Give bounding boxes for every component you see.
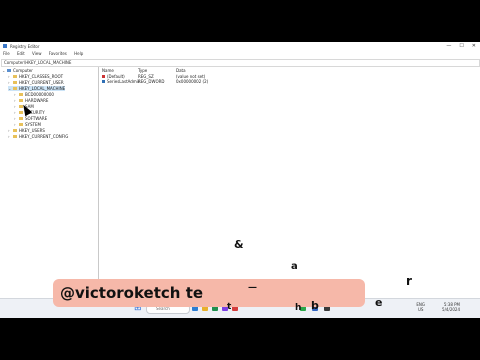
folder-icon: [19, 123, 23, 126]
tree-label: HKEY_CURRENT_USER: [19, 80, 64, 85]
tree-item-hku[interactable]: › HKEY_USERS: [8, 128, 45, 133]
value-name: SeriesLastAdmin: [107, 79, 141, 84]
window-controls: — ☐ ✕: [446, 43, 476, 49]
tree-item-computer[interactable]: ⌄ Computer: [2, 68, 33, 73]
floating-char: &: [234, 238, 244, 251]
registry-tree-pane: ⌄ Computer › HKEY_CLASSES_ROOT › HKEY_CU…: [0, 67, 99, 312]
column-header-data[interactable]: Data: [176, 68, 186, 73]
menu-favorites[interactable]: Favorites: [49, 51, 67, 56]
chevron-down-icon[interactable]: ⌄: [8, 86, 12, 91]
folder-icon: [13, 75, 17, 78]
tree-item-hklm[interactable]: ⌄ HKEY_LOCAL_MACHINE: [8, 86, 66, 91]
language-indicator[interactable]: ENG US: [416, 302, 425, 312]
binary-icon: [102, 80, 105, 83]
folder-icon: [13, 135, 17, 138]
chevron-right-icon[interactable]: ›: [8, 74, 12, 79]
folder-icon: [13, 129, 17, 132]
chevron-right-icon[interactable]: ›: [14, 104, 18, 109]
chevron-down-icon[interactable]: ⌄: [2, 68, 6, 73]
floating-char: t: [227, 302, 232, 312]
floating-char: —: [248, 283, 257, 293]
tree-label: BCD00000000: [25, 92, 54, 97]
value-type: REG_DWORD: [138, 79, 165, 84]
column-header-type[interactable]: Type: [138, 68, 147, 73]
tree-item-software[interactable]: › SOFTWARE: [14, 116, 47, 121]
title-bar: Registry Editor — ☐ ✕: [0, 42, 480, 50]
menu-bar: File Edit View Favorites Help: [0, 51, 480, 58]
tree-label: HARDWARE: [25, 98, 49, 103]
chevron-right-icon[interactable]: ›: [8, 80, 12, 85]
folder-icon: [19, 99, 23, 102]
menu-file[interactable]: File: [3, 51, 10, 56]
floating-char: h: [295, 303, 302, 313]
computer-icon: [7, 69, 11, 72]
tree-item-hkcr[interactable]: › HKEY_CLASSES_ROOT: [8, 74, 63, 79]
window-title: Registry Editor: [10, 44, 40, 49]
tree-item-hkcc[interactable]: › HKEY_CURRENT_CONFIG: [8, 134, 68, 139]
chevron-right-icon[interactable]: ›: [14, 116, 18, 121]
folder-icon: [13, 81, 17, 84]
address-path: Computer\HKEY_LOCAL_MACHINE: [4, 60, 72, 65]
floating-char: a: [291, 261, 298, 272]
value-data: 0x00000002 (2): [176, 79, 209, 84]
chevron-right-icon[interactable]: ›: [14, 122, 18, 127]
tree-label: HKEY_USERS: [19, 128, 45, 133]
tree-item-system[interactable]: › SYSTEM: [14, 122, 41, 127]
folder-icon: [19, 93, 23, 96]
registry-values-pane: Name Type Data (Default) REG_SZ (value n…: [100, 67, 478, 312]
tree-label: Computer: [13, 68, 33, 73]
tree-label: HKEY_CLASSES_ROOT: [19, 74, 64, 79]
minimize-button[interactable]: —: [446, 43, 451, 49]
floating-char: b: [311, 299, 319, 312]
menu-help[interactable]: Help: [74, 51, 83, 56]
tree-label: SYSTEM: [25, 122, 41, 127]
region-code: US: [417, 307, 424, 312]
folder-open-icon: [13, 87, 17, 90]
maximize-button[interactable]: ☐: [459, 43, 463, 49]
tree-label: HKEY_LOCAL_MACHINE: [19, 86, 66, 91]
chevron-right-icon[interactable]: ›: [14, 110, 18, 115]
floating-char: e: [375, 296, 383, 309]
floating-char: r: [406, 274, 412, 288]
menu-edit[interactable]: Edit: [17, 51, 25, 56]
chevron-right-icon[interactable]: ›: [14, 98, 18, 103]
close-button[interactable]: ✕: [472, 43, 476, 49]
banner-text: @victoroketch te: [60, 284, 204, 302]
clock[interactable]: 5:38 PM 5/4/2024: [442, 302, 460, 312]
chevron-right-icon[interactable]: ›: [14, 92, 18, 97]
chevron-right-icon[interactable]: ›: [8, 128, 12, 133]
tree-label: SOFTWARE: [25, 116, 48, 121]
column-header-name[interactable]: Name: [102, 68, 114, 73]
regedit-app-icon: [3, 44, 7, 48]
address-bar[interactable]: Computer\HKEY_LOCAL_MACHINE: [1, 59, 480, 67]
clock-date: 5/4/2024: [442, 307, 460, 312]
tree-label: HKEY_CURRENT_CONFIG: [19, 134, 69, 139]
tree-item-bcd[interactable]: › BCD00000000: [14, 92, 54, 97]
tree-item-hkcu[interactable]: › HKEY_CURRENT_USER: [8, 80, 64, 85]
tree-item-hardware[interactable]: › HARDWARE: [14, 98, 48, 103]
menu-view[interactable]: View: [32, 51, 42, 56]
string-icon: [102, 75, 105, 78]
chevron-right-icon[interactable]: ›: [8, 134, 12, 139]
folder-icon: [19, 117, 23, 120]
